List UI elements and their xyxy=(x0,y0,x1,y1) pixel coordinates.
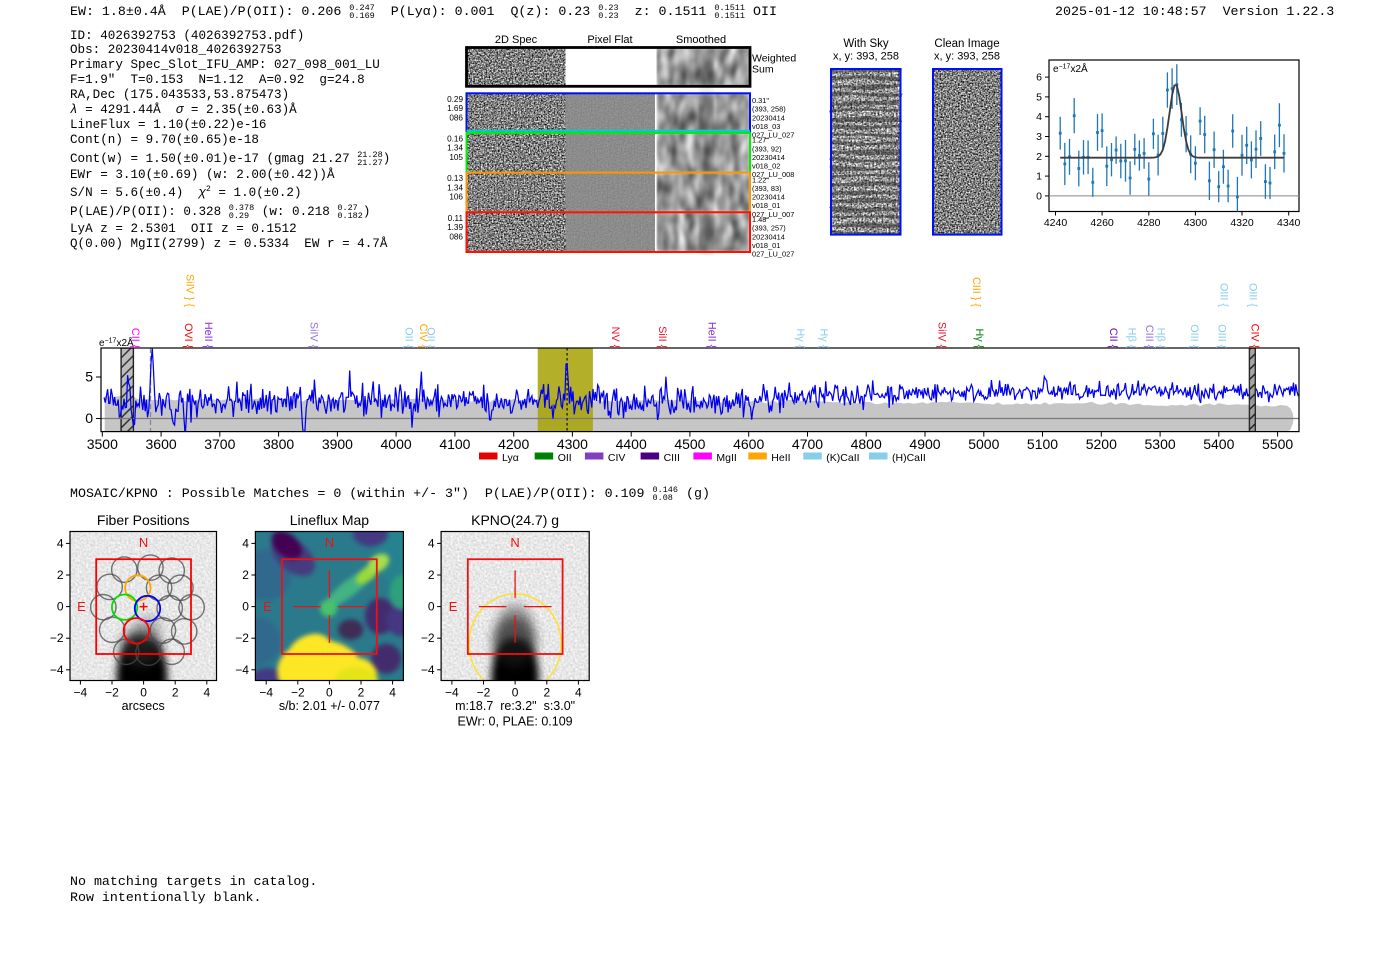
svg-text:−2: −2 xyxy=(235,631,249,645)
svg-text:−4: −4 xyxy=(445,686,459,700)
svg-text:−4: −4 xyxy=(235,663,249,677)
svg-text:Fiber Positions: Fiber Positions xyxy=(97,512,190,528)
svg-text:0: 0 xyxy=(428,600,435,614)
svg-text:−2: −2 xyxy=(291,686,305,700)
svg-text:0: 0 xyxy=(140,686,147,700)
svg-text:4: 4 xyxy=(575,686,582,700)
svg-text:−2: −2 xyxy=(477,686,491,700)
svg-text:Lineflux Map: Lineflux Map xyxy=(290,512,370,528)
svg-text:4: 4 xyxy=(428,536,435,550)
svg-text:N: N xyxy=(139,535,148,550)
svg-text:2: 2 xyxy=(358,686,365,700)
svg-text:−2: −2 xyxy=(105,686,119,700)
svg-text:−4: −4 xyxy=(74,686,88,700)
svg-text:2: 2 xyxy=(172,686,179,700)
svg-text:s/b: 2.01 +/- 0.077: s/b: 2.01 +/- 0.077 xyxy=(279,699,380,713)
svg-text:2: 2 xyxy=(428,568,435,582)
svg-text:4: 4 xyxy=(203,686,210,700)
svg-text:0: 0 xyxy=(326,686,333,700)
svg-text:0: 0 xyxy=(242,600,249,614)
svg-text:−4: −4 xyxy=(421,663,435,677)
svg-text:4: 4 xyxy=(242,536,249,550)
svg-text:−2: −2 xyxy=(421,631,435,645)
svg-text:−4: −4 xyxy=(259,686,273,700)
svg-text:−2: −2 xyxy=(50,631,64,645)
svg-text:N: N xyxy=(510,535,519,550)
svg-text:0: 0 xyxy=(512,686,519,700)
svg-text:arcsecs: arcsecs xyxy=(122,699,165,713)
svg-text:4: 4 xyxy=(57,536,64,550)
svg-text:0: 0 xyxy=(57,600,64,614)
svg-text:N: N xyxy=(325,535,334,550)
svg-text:E: E xyxy=(449,599,458,614)
svg-text:KPNO(24.7) g: KPNO(24.7) g xyxy=(471,512,559,528)
svg-text:2: 2 xyxy=(57,568,64,582)
svg-text:4: 4 xyxy=(389,686,396,700)
svg-text:EWr: 0, PLAE: 0.109: EWr: 0, PLAE: 0.109 xyxy=(458,715,573,729)
svg-text:E: E xyxy=(77,599,86,614)
svg-text:E: E xyxy=(263,599,272,614)
svg-text:−4: −4 xyxy=(50,663,64,677)
svg-text:2: 2 xyxy=(242,568,249,582)
svg-text:2: 2 xyxy=(543,686,550,700)
svg-text:m:18.7 re:3.2" s:3.0": m:18.7 re:3.2" s:3.0" xyxy=(455,699,575,713)
